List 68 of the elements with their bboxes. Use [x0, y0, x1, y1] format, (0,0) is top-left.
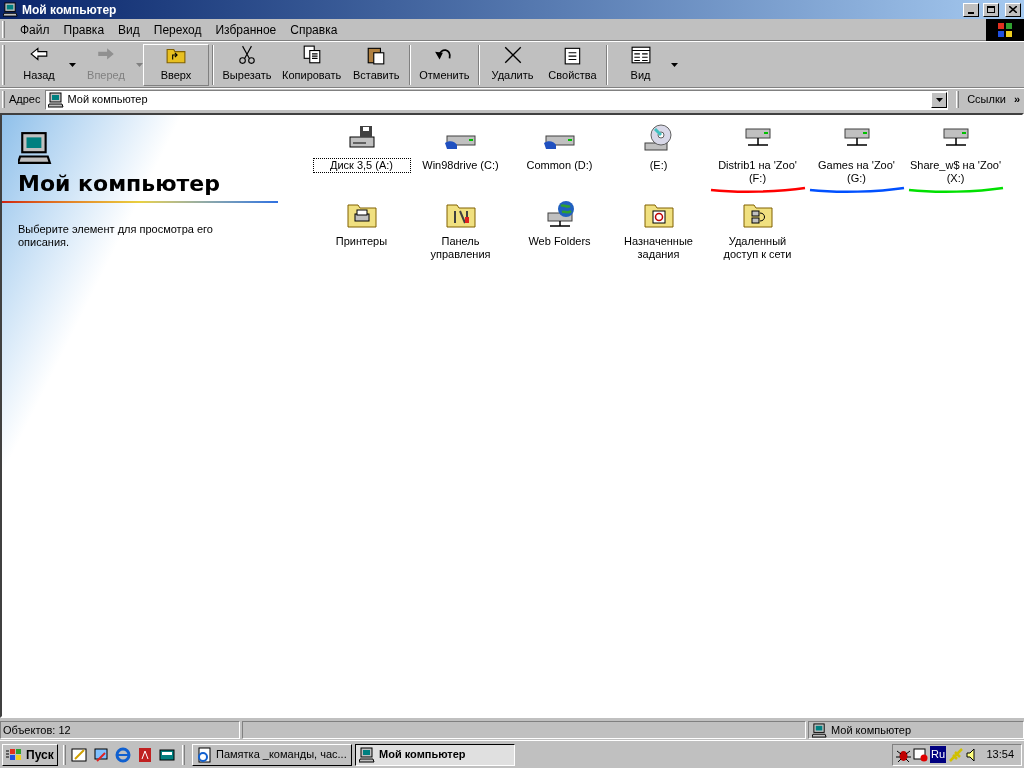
toolbar-button[interactable]: Свойства	[542, 43, 603, 86]
item-label[interactable]: Distrib1 на 'Zoo' (F:)	[709, 159, 806, 185]
item-label[interactable]: (E:)	[610, 159, 707, 172]
computer-icon	[359, 746, 375, 763]
computer-icon	[18, 131, 52, 165]
status-zone: Мой компьютер	[808, 721, 1024, 739]
windows-logo-icon	[6, 747, 22, 762]
toolbar-button[interactable]: Копировать	[277, 43, 347, 86]
menu-item[interactable]: Правка	[56, 20, 112, 39]
item-label[interactable]: Common (D:)	[511, 159, 608, 172]
menu-item[interactable]: Переход	[146, 20, 209, 39]
taskbar-button[interactable]: Памятка _команды, час...	[192, 743, 352, 766]
toolbar-button[interactable]: Вверх	[143, 43, 209, 86]
minimize-button[interactable]	[963, 2, 979, 17]
restore-button[interactable]	[983, 2, 999, 17]
clock: 13:54	[986, 747, 1015, 763]
toolbar-button[interactable]: Удалить	[482, 43, 543, 86]
item-label[interactable]: Games на 'Zoo' (G:)	[808, 159, 905, 185]
links-button[interactable]: Ссылки	[963, 91, 1010, 108]
start-button[interactable]: Пуск	[2, 743, 58, 766]
close-button[interactable]	[1005, 2, 1021, 17]
item-label[interactable]: Принтеры	[313, 235, 410, 248]
item-label[interactable]: Web Folders	[511, 235, 608, 248]
window-title: Мой компьютер	[22, 1, 118, 19]
browser-icon[interactable]	[115, 746, 131, 763]
menu-item[interactable]: Файл	[13, 20, 57, 39]
status-count: Объектов: 12	[0, 721, 240, 739]
pencil-icon[interactable]	[71, 746, 87, 763]
computer-icon	[812, 722, 827, 738]
toolbar-button[interactable]: Вырезать	[217, 43, 277, 86]
pane-title: Мой компьютер	[18, 171, 222, 197]
pane-description: Выберите элемент для просмотра его описания.	[18, 223, 214, 249]
item-label[interactable]: Назначенные задания	[610, 235, 707, 261]
pdf-icon[interactable]	[137, 746, 153, 763]
computer-icon	[47, 91, 64, 108]
menu-item[interactable]: Вид	[111, 20, 147, 39]
item-label[interactable]: Панель управления	[412, 235, 509, 261]
item-label[interactable]: Удаленный доступ к сети	[709, 235, 806, 261]
dropdown-arrow-icon[interactable]	[670, 62, 678, 67]
computer-icon	[3, 2, 18, 17]
windows-logo-icon	[986, 18, 1024, 41]
menu-item[interactable]: Избранное	[208, 20, 284, 39]
chevron-button[interactable]: »	[1013, 91, 1024, 108]
item-label[interactable]: Win98drive (C:)	[412, 159, 509, 172]
scheduler-icon[interactable]	[913, 747, 928, 762]
language-indicator[interactable]: Ru	[930, 746, 947, 763]
toolbar-button[interactable]: Вид	[610, 43, 671, 86]
address-field[interactable]: Мой компьютер	[44, 89, 949, 110]
dropdown-arrow-icon[interactable]	[69, 62, 76, 67]
cross-icon	[502, 45, 523, 66]
calculator-icon[interactable]	[159, 746, 175, 763]
menu-item[interactable]: Справка	[283, 20, 345, 39]
toolbar-button[interactable]: Вставить	[346, 43, 407, 86]
taskbar-button[interactable]: Мой компьютер	[355, 743, 515, 766]
dropdown-icon[interactable]	[931, 91, 948, 108]
clipboard-icon	[366, 45, 387, 66]
address-label: Адрес	[9, 92, 41, 108]
toolbar-button[interactable]: Назад	[9, 43, 69, 86]
item-label[interactable]: Диск 3,5 (A:)	[313, 159, 410, 172]
item-label[interactable]: Share_w$ на 'Zoo' (X:)	[907, 159, 1004, 185]
properties-icon	[562, 45, 583, 66]
document-icon	[196, 746, 212, 763]
scissors-icon	[237, 45, 257, 66]
views-icon	[630, 45, 651, 66]
channel-icon[interactable]	[93, 746, 109, 763]
copy-icon	[301, 45, 322, 66]
close-icon	[1009, 6, 1017, 13]
toolbar-button[interactable]: Отменить	[414, 43, 475, 86]
